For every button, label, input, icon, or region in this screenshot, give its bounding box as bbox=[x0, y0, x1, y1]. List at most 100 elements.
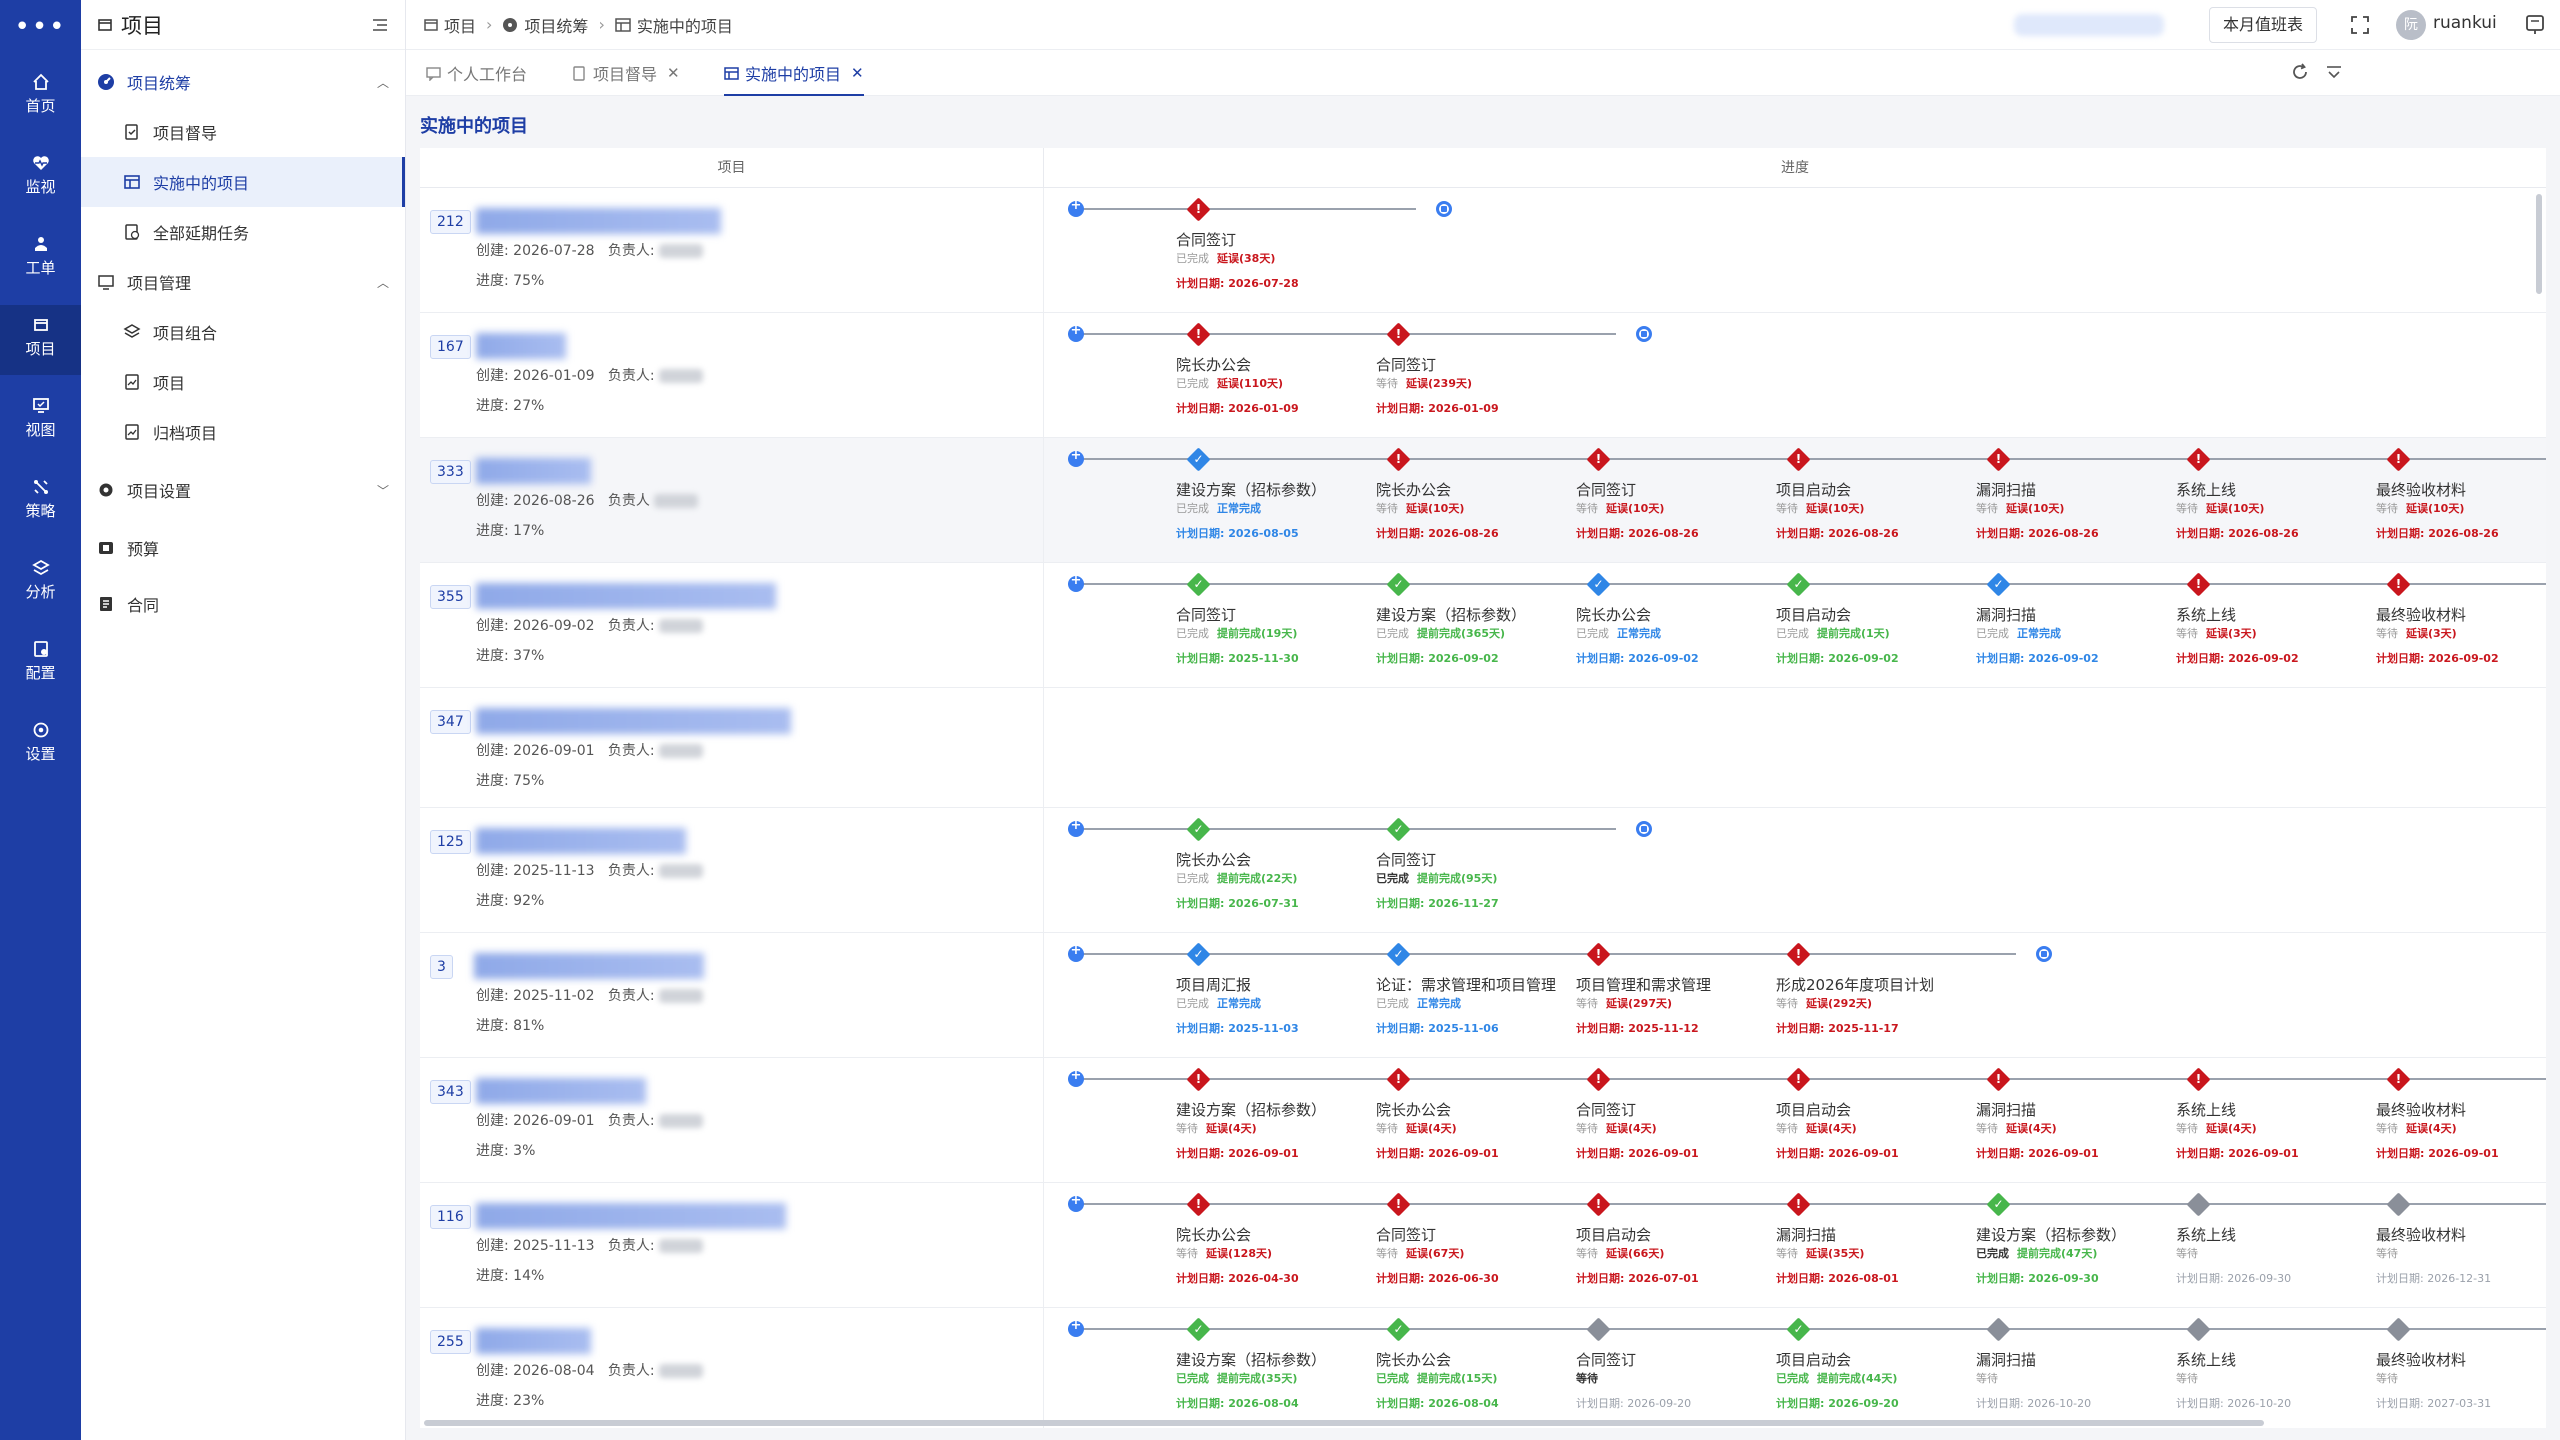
collapse-menu-icon[interactable] bbox=[371, 16, 389, 34]
table-row[interactable]: 3创建: 2025-11-02 负责人:进度: 81%✓项目周汇报已完成正常完成… bbox=[420, 933, 2546, 1058]
rail-item-analysis[interactable]: 分析 bbox=[0, 548, 81, 618]
tab-personal-workbench[interactable]: 个人工作台 bbox=[426, 50, 527, 96]
table-row[interactable]: 333创建: 2026-08-26 负责人进度: 17%✓建设方案（招标参数）已… bbox=[420, 438, 2546, 563]
rail-item-strategy[interactable]: 策略 bbox=[0, 467, 81, 537]
milestone-node[interactable]: 系统上线 等待 计划日期: 2026-09-30 bbox=[2176, 1192, 2376, 1296]
milestone-node[interactable]: ! 系统上线 等待 延误(10天) 计划日期: 2026-08-26 bbox=[2176, 447, 2376, 551]
milestone-node[interactable]: ! 系统上线 等待 延误(3天) 计划日期: 2026-09-02 bbox=[2176, 572, 2376, 676]
tab-supervision[interactable]: 项目督导 ✕ bbox=[572, 50, 680, 96]
menu-item-portfolio[interactable]: 项目组合 bbox=[81, 307, 405, 357]
milestone-node[interactable]: 合同签订 等待 计划日期: 2026-09-20 bbox=[1576, 1317, 1776, 1421]
milestone-node[interactable]: ! 合同签订 等待 延误(239天) 计划日期: 2026-01-09 bbox=[1376, 322, 1576, 426]
menu-item-all-delayed-tasks[interactable]: 全部延期任务 bbox=[81, 207, 405, 257]
milestone-node[interactable]: ✓ 建设方案（招标参数） 已完成 提前完成(47天) 计划日期: 2026-09-30 bbox=[1976, 1192, 2176, 1296]
milestone-node[interactable]: ✓ 建设方案（招标参数） 已完成 提前完成(35天) 计划日期: 2026-08-04 bbox=[1176, 1317, 1376, 1421]
table-row[interactable]: 343创建: 2026-09-01 负责人:进度: 3%!建设方案（招标参数）等… bbox=[420, 1058, 2546, 1183]
project-name-link[interactable] bbox=[476, 333, 566, 359]
project-name-link[interactable] bbox=[476, 828, 686, 854]
vertical-scrollbar[interactable] bbox=[2536, 194, 2542, 294]
app-menu-dots-icon[interactable]: ••• bbox=[0, 12, 81, 42]
table-row[interactable]: 167创建: 2026-01-09 负责人:进度: 27%!院长办公会已完成延误… bbox=[420, 313, 2546, 438]
milestone-node[interactable]: ! 院长办公会 等待 延误(4天) 计划日期: 2026-09-01 bbox=[1376, 1067, 1576, 1171]
project-name-link[interactable] bbox=[474, 953, 704, 979]
milestone-node[interactable]: ! 项目管理和需求管理 等待 延误(297天) 计划日期: 2025-11-12 bbox=[1576, 942, 1776, 1046]
milestone-node[interactable]: ! 漏洞扫描 等待 延误(10天) 计划日期: 2026-08-26 bbox=[1976, 447, 2176, 551]
project-name-link[interactable] bbox=[476, 708, 791, 734]
horizontal-scrollbar[interactable] bbox=[424, 1420, 2264, 1426]
milestone-node[interactable]: ! 形成2026年度项目计划 等待 延误(292天) 计划日期: 2025-11-17 bbox=[1776, 942, 1976, 1046]
rail-item-settings[interactable]: 设置 bbox=[0, 710, 81, 780]
rail-item-view[interactable]: 视图 bbox=[0, 386, 81, 456]
fullscreen-icon[interactable] bbox=[2350, 15, 2370, 35]
menu-item-projects[interactable]: 项目 bbox=[81, 357, 405, 407]
milestone-node[interactable]: ! 系统上线 等待 延误(4天) 计划日期: 2026-09-01 bbox=[2176, 1067, 2376, 1171]
project-name-link[interactable] bbox=[476, 1203, 786, 1229]
table-row[interactable]: 255创建: 2026-08-04 负责人:进度: 23%✓建设方案（招标参数）… bbox=[420, 1308, 2546, 1428]
table-row[interactable]: 212创建: 2026-07-28 负责人:进度: 75%!合同签订已完成延误(… bbox=[420, 188, 2546, 313]
avatar[interactable]: 阮 bbox=[2396, 10, 2426, 40]
user-menu-icon[interactable] bbox=[2524, 14, 2546, 36]
milestone-node[interactable]: 漏洞扫描 等待 计划日期: 2026-10-20 bbox=[1976, 1317, 2176, 1421]
table-row[interactable]: 347 创建: 2026-09-01 负责人: 进度: 75% bbox=[420, 688, 2546, 808]
rail-item-ticket[interactable]: 工单 bbox=[0, 224, 81, 294]
menu-item-budget[interactable]: 预算 bbox=[81, 523, 405, 573]
close-icon[interactable]: ✕ bbox=[851, 64, 864, 82]
menu-group-project-settings[interactable]: 项目设置 ﹀ bbox=[81, 465, 405, 515]
milestone-node[interactable]: ! 院长办公会 等待 延误(10天) 计划日期: 2026-08-26 bbox=[1376, 447, 1576, 551]
milestone-node[interactable]: 系统上线 等待 计划日期: 2026-10-20 bbox=[2176, 1317, 2376, 1421]
milestone-node[interactable]: ! 院长办公会 等待 延误(128天) 计划日期: 2026-04-30 bbox=[1176, 1192, 1376, 1296]
milestone-node[interactable]: ! 建设方案（招标参数） 等待 延误(4天) 计划日期: 2026-09-01 bbox=[1176, 1067, 1376, 1171]
milestone-node[interactable]: ! 最终验收材料 等待 延误(10天) 计划日期: 2026-08-26 bbox=[2376, 447, 2546, 551]
milestone-node[interactable]: ✓ 项目周汇报 已完成 正常完成 计划日期: 2025-11-03 bbox=[1176, 942, 1376, 1046]
rail-item-project[interactable]: 项目 bbox=[0, 305, 81, 375]
project-name-link[interactable] bbox=[476, 208, 721, 234]
milestone-node[interactable]: ! 院长办公会 已完成 延误(110天) 计划日期: 2026-01-09 bbox=[1176, 322, 1376, 426]
milestone-node[interactable]: ✓ 院长办公会 已完成 正常完成 计划日期: 2026-09-02 bbox=[1576, 572, 1776, 676]
rail-item-home[interactable]: 首页 bbox=[0, 62, 81, 132]
milestone-node[interactable]: ✓ 漏洞扫描 已完成 正常完成 计划日期: 2026-09-02 bbox=[1976, 572, 2176, 676]
refresh-icon[interactable] bbox=[2290, 62, 2310, 82]
table-row[interactable]: 125创建: 2025-11-13 负责人:进度: 92%✓院长办公会已完成提前… bbox=[420, 808, 2546, 933]
menu-item-contract[interactable]: 合同 bbox=[81, 579, 405, 629]
project-name-link[interactable] bbox=[476, 458, 591, 484]
duty-schedule-button[interactable]: 本月值班表 bbox=[2209, 7, 2317, 43]
milestone-node[interactable]: ! 漏洞扫描 等待 延误(35天) 计划日期: 2026-08-01 bbox=[1776, 1192, 1976, 1296]
milestone-node[interactable]: ! 合同签订 等待 延误(67天) 计划日期: 2026-06-30 bbox=[1376, 1192, 1576, 1296]
milestone-node[interactable]: ✓ 院长办公会 已完成 提前完成(22天) 计划日期: 2026-07-31 bbox=[1176, 817, 1376, 921]
menu-group-project-coordination[interactable]: 项目统筹 ︿ bbox=[81, 57, 405, 107]
milestone-node[interactable]: ! 合同签订 已完成 延误(38天) 计划日期: 2026-07-28 bbox=[1176, 197, 1376, 301]
menu-item-in-progress-projects[interactable]: 实施中的项目 bbox=[81, 157, 405, 207]
milestone-node[interactable]: ✓ 院长办公会 已完成 提前完成(15天) 计划日期: 2026-08-04 bbox=[1376, 1317, 1576, 1421]
milestone-node[interactable]: ✓ 合同签订 已完成 提前完成(95天) 计划日期: 2026-11-27 bbox=[1376, 817, 1576, 921]
table-row[interactable]: 355创建: 2026-09-02 负责人:进度: 37%✓合同签订已完成提前完… bbox=[420, 563, 2546, 688]
rail-item-config[interactable]: 配置 bbox=[0, 629, 81, 699]
close-icon[interactable]: ✕ bbox=[667, 64, 680, 82]
milestone-node[interactable]: ✓ 建设方案（招标参数） 已完成 提前完成(365天) 计划日期: 2026-09-02 bbox=[1376, 572, 1576, 676]
rail-item-monitor-heart[interactable]: 监视 bbox=[0, 143, 81, 213]
breadcrumb-item[interactable]: 项目统筹 bbox=[502, 13, 588, 37]
menu-group-project-management[interactable]: 项目管理 ︿ bbox=[81, 257, 405, 307]
tabs-dropdown-icon[interactable] bbox=[2324, 62, 2344, 82]
milestone-node[interactable]: ✓ 建设方案（招标参数） 已完成 正常完成 计划日期: 2026-08-05 bbox=[1176, 447, 1376, 551]
milestone-node[interactable]: ! 项目启动会 等待 延误(10天) 计划日期: 2026-08-26 bbox=[1776, 447, 1976, 551]
milestone-node[interactable]: ✓ 论证：需求管理和项目管理 已完成 正常完成 计划日期: 2025-11-06 bbox=[1376, 942, 1576, 1046]
tab-in-progress-projects[interactable]: 实施中的项目 ✕ bbox=[724, 50, 864, 96]
project-name-link[interactable] bbox=[476, 583, 776, 609]
milestone-node[interactable]: ✓ 项目启动会 已完成 提前完成(1天) 计划日期: 2026-09-02 bbox=[1776, 572, 1976, 676]
milestone-node[interactable]: ! 漏洞扫描 等待 延误(4天) 计划日期: 2026-09-01 bbox=[1976, 1067, 2176, 1171]
milestone-node[interactable]: ! 项目启动会 等待 延误(4天) 计划日期: 2026-09-01 bbox=[1776, 1067, 1976, 1171]
milestone-node[interactable]: 最终验收材料 等待 计划日期: 2027-03-31 bbox=[2376, 1317, 2546, 1421]
milestone-node[interactable]: ! 最终验收材料 等待 延误(4天) 计划日期: 2026-09-01 bbox=[2376, 1067, 2546, 1171]
milestone-node[interactable]: 最终验收材料 等待 计划日期: 2026-12-31 bbox=[2376, 1192, 2546, 1296]
username[interactable]: ruankui bbox=[2433, 13, 2497, 33]
project-name-link[interactable] bbox=[476, 1328, 591, 1354]
menu-item-supervision[interactable]: 项目督导 bbox=[81, 107, 405, 157]
table-row[interactable]: 116创建: 2025-11-13 负责人:进度: 14%!院长办公会等待延误(… bbox=[420, 1183, 2546, 1308]
breadcrumb-item[interactable]: 项目 bbox=[424, 13, 476, 37]
milestone-node[interactable]: ✓ 合同签订 已完成 提前完成(19天) 计划日期: 2025-11-30 bbox=[1176, 572, 1376, 676]
project-name-link[interactable] bbox=[476, 1078, 646, 1104]
milestone-node[interactable]: ! 最终验收材料 等待 延误(3天) 计划日期: 2026-09-02 bbox=[2376, 572, 2546, 676]
milestone-node[interactable]: ! 项目启动会 等待 延误(66天) 计划日期: 2026-07-01 bbox=[1576, 1192, 1776, 1296]
milestone-node[interactable]: ! 合同签订 等待 延误(4天) 计划日期: 2026-09-01 bbox=[1576, 1067, 1776, 1171]
menu-item-archived-projects[interactable]: 归档项目 bbox=[81, 407, 405, 457]
